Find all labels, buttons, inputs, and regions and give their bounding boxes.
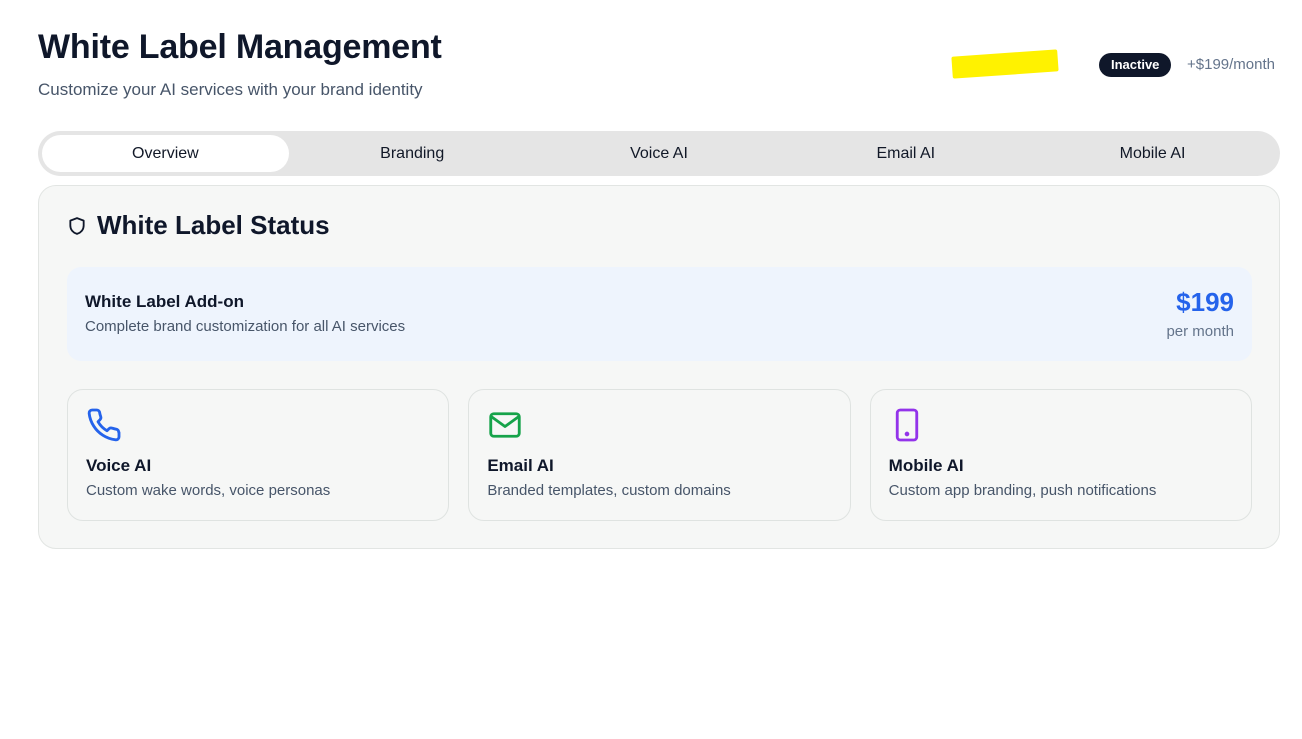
addon-title: White Label Add-on	[85, 292, 244, 311]
tab-mobile-ai[interactable]: Mobile AI	[1029, 135, 1276, 172]
feature-description: Branded templates, custom domains	[487, 482, 731, 499]
phone-icon	[87, 408, 121, 442]
page-subtitle: Customize your AI services with your bra…	[38, 80, 423, 99]
feature-title: Email AI	[487, 456, 554, 475]
mail-icon	[489, 412, 522, 438]
addon-period: per month	[1166, 323, 1234, 340]
addon-box: White Label Add-on Complete brand custom…	[67, 267, 1252, 361]
highlight-mark	[951, 49, 1059, 79]
card-heading: White Label Status	[67, 210, 330, 241]
smartphone-icon	[895, 408, 918, 442]
feature-description: Custom wake words, voice personas	[86, 482, 331, 499]
white-label-page: White Label Management Customize your AI…	[0, 0, 1302, 739]
feature-card-voice-ai: Voice AI Custom wake words, voice person…	[67, 389, 450, 521]
feature-card-email-ai: Email AI Branded templates, custom domai…	[468, 389, 851, 521]
tab-overview[interactable]: Overview	[42, 135, 289, 172]
white-label-status-card: White Label Status White Label Add-on Co…	[38, 185, 1280, 549]
addon-price: $199	[1176, 287, 1234, 317]
card-heading-text: White Label Status	[97, 210, 330, 240]
feature-title: Mobile AI	[888, 456, 964, 475]
page-title: White Label Management	[38, 28, 442, 66]
tab-voice-ai[interactable]: Voice AI	[536, 135, 783, 172]
tab-bar: Overview Branding Voice AI Email AI Mobi…	[38, 131, 1280, 176]
status-badge: Inactive	[1099, 53, 1172, 77]
feature-description: Custom app branding, push notifications	[888, 482, 1157, 499]
tab-branding[interactable]: Branding	[289, 135, 536, 172]
tab-email-ai[interactable]: Email AI	[782, 135, 1029, 172]
feature-title: Voice AI	[86, 456, 152, 475]
addon-description: Complete brand customization for all AI …	[85, 318, 406, 335]
feature-row: Voice AI Custom wake words, voice person…	[67, 389, 1252, 521]
shield-icon	[69, 216, 85, 235]
feature-card-mobile-ai: Mobile AI Custom app branding, push noti…	[869, 389, 1252, 521]
price-note: +$199/month	[1187, 56, 1275, 73]
